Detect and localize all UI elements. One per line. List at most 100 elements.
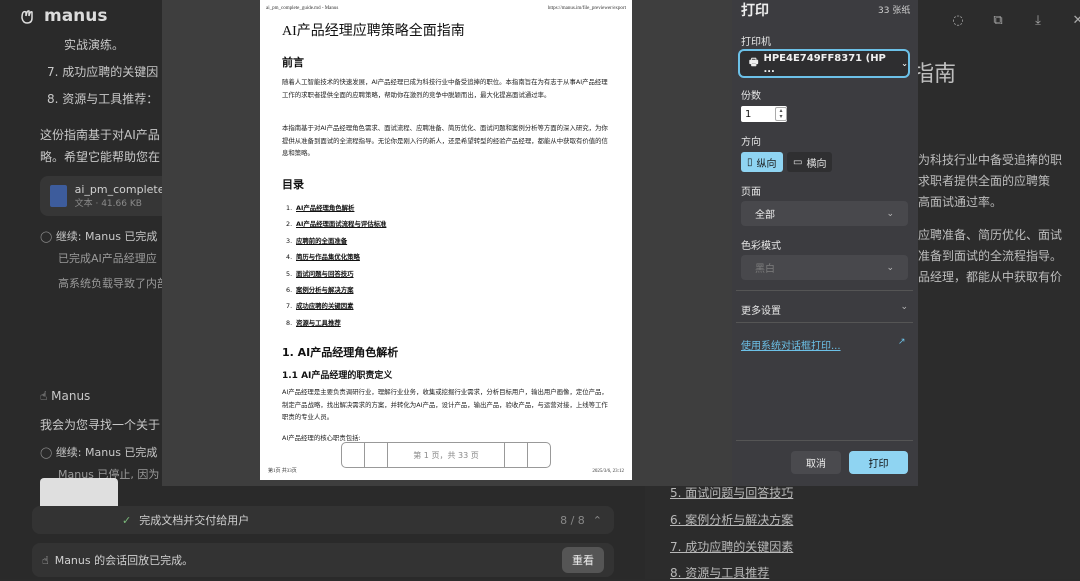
- pages-label: 页面: [741, 187, 761, 198]
- status-line: ◯ 继续: Manus 已完成: [40, 228, 157, 244]
- toc-item: 3. 应聘前的全面准备: [286, 233, 386, 249]
- prev-page-button[interactable]: [365, 443, 388, 467]
- manus-label: ☝ Manus: [40, 389, 90, 403]
- first-page-button[interactable]: [342, 443, 365, 467]
- copies-input[interactable]: 1 ▴ ▾: [741, 106, 787, 122]
- toc-item: 2. AI产品经理面试流程与评估标准: [286, 216, 386, 232]
- replay-text: Manus 的会话回放已完成。: [54, 554, 194, 567]
- page-navigator[interactable]: 第 1 页，共 33 页: [341, 442, 551, 468]
- doc-text: 应聘准备、简历优化、面试: [918, 228, 1063, 242]
- check-icon: ◯: [40, 230, 56, 243]
- chevron-down-icon: ⌄: [886, 208, 894, 219]
- preface-paragraph: 本指南基于对AI产品经理角色需求、面试流程、应聘准备、简历优化、面试问题和案例分…: [282, 124, 608, 157]
- toc-link: AI产品经理角色解析: [296, 204, 355, 212]
- toc-num: 6.: [286, 286, 293, 295]
- manus-hand-icon: ☝: [40, 389, 52, 403]
- system-dialog-link[interactable]: 使用系统对话框打印...: [741, 337, 841, 352]
- toc-item: 7. 成功应聘的关键因素: [286, 298, 386, 314]
- sheet-count: 33 张纸: [878, 6, 911, 16]
- manus-logo[interactable]: manus: [18, 6, 108, 26]
- color-label: 色彩模式: [741, 241, 781, 252]
- list-item: 7. 成功应聘的关键因: [47, 65, 159, 79]
- landscape-option[interactable]: ▭ 横向: [787, 152, 833, 172]
- page-footer-right: 2025/3/6, 23:12: [592, 469, 624, 474]
- toc-num: 1.: [286, 204, 293, 212]
- print-preview-page: ai_pm_complete_guide.md - Manus https://…: [260, 0, 632, 480]
- portrait-label: 纵向: [756, 158, 777, 170]
- toc-link: 成功应聘的关键因素: [296, 302, 354, 311]
- chevron-up-icon: ⌃: [592, 513, 602, 527]
- replay-bar: ☝ Manus 的会话回放已完成。 重看: [32, 543, 614, 577]
- replay-button[interactable]: 重看: [562, 547, 604, 573]
- close-icon[interactable]: ✕: [1066, 8, 1080, 32]
- print-title: 打印: [741, 3, 769, 19]
- page-footer-left: 第1页 共33页: [268, 469, 297, 474]
- orientation-label: 方向: [741, 137, 761, 148]
- file-name: ai_pm_complete_: [74, 183, 170, 196]
- doc-text: 准备到面试的全流程指导。: [918, 249, 1063, 263]
- toc-link[interactable]: 8. 资源与工具推荐: [670, 564, 769, 581]
- printer-label: 打印机: [741, 37, 771, 48]
- toc-link: 资源与工具推荐: [296, 318, 341, 327]
- toc-num: 8.: [286, 318, 293, 327]
- last-page-button[interactable]: [527, 443, 550, 467]
- status-text: 继续: Manus 已完成: [55, 446, 158, 459]
- copies-label: 份数: [741, 91, 761, 102]
- copy-icon[interactable]: ⧉: [986, 8, 1010, 32]
- external-link-icon: ↗: [898, 337, 906, 347]
- color-select: 黑白 ⌄: [741, 255, 908, 280]
- toc-heading: 目录: [282, 178, 304, 191]
- page-header-left: ai_pm_complete_guide.md - Manus: [266, 6, 339, 11]
- toc-item: 1. AI产品经理角色解析: [286, 200, 386, 216]
- loading-icon: ◌: [952, 12, 964, 28]
- doc-title: AI产品经理应聘策略全面指南: [282, 24, 465, 39]
- check-icon: ✓: [122, 513, 132, 527]
- doc-text: 品经理，都能从中获取有价: [918, 270, 1063, 284]
- more-settings-label: 更多设置: [741, 306, 781, 317]
- print-button[interactable]: 打印: [849, 451, 908, 474]
- download-icon[interactable]: ⤓: [1026, 8, 1050, 32]
- file-attachment[interactable]: ai_pm_complete_ 文本 · 41.66 KB: [40, 176, 170, 216]
- toc-item: 6. 案例分析与解决方案: [286, 282, 386, 298]
- cancel-button[interactable]: 取消: [791, 451, 841, 474]
- summary-text: 这份指南基于对AI产品: [40, 128, 160, 142]
- next-page-button[interactable]: [504, 443, 527, 467]
- chevron-down-icon: ⌄: [900, 302, 908, 312]
- landscape-label: 横向: [806, 158, 827, 170]
- message-text: 我会为您寻找一个关于: [40, 418, 161, 432]
- pages-value: 全部: [755, 210, 775, 221]
- toc-list: 1. AI产品经理角色解析 2. AI产品经理面试流程与评估标准 3. 应聘前的全面准…: [286, 200, 386, 331]
- manus-hand-icon: ☝: [42, 553, 49, 567]
- pages-select[interactable]: 全部 ⌄: [741, 201, 908, 226]
- status-detail: 高系统负载导致了内部: [58, 277, 168, 290]
- divider: [736, 290, 913, 291]
- toolbar: ◌ ⧉ ⤓ ✕: [946, 8, 1080, 32]
- toc-link[interactable]: 6. 案例分析与解决方案: [670, 511, 793, 528]
- portrait-option[interactable]: ▯ 纵向: [741, 152, 783, 172]
- document-icon: [50, 185, 67, 207]
- toc-link: 简历与作品集优化策略: [296, 253, 360, 262]
- printer-value: HPE4E749FF8371 (HP ...: [763, 52, 886, 75]
- printer-select[interactable]: 🖶 HPE4E749FF8371 (HP ... ⌄: [738, 49, 910, 78]
- agent-name: Manus: [51, 389, 91, 403]
- preface-heading: 前言: [282, 56, 304, 69]
- more-settings[interactable]: 更多设置 ⌄: [741, 302, 908, 317]
- task-progress[interactable]: ✓ 完成文档并交付给用户 8 / 8 ⌃: [32, 506, 614, 534]
- toc-link[interactable]: 7. 成功应聘的关键因素: [670, 538, 793, 555]
- toc-num: 5.: [286, 269, 293, 278]
- doc-title: 指南: [912, 62, 957, 87]
- section-heading: 1. AI产品经理角色解析: [282, 346, 399, 359]
- toc-item: 4. 简历与作品集优化策略: [286, 249, 386, 265]
- toc-link: 案例分析与解决方案: [296, 286, 354, 295]
- status-line: ◯ 继续: Manus 已完成: [40, 444, 157, 460]
- logo-text: manus: [44, 6, 108, 26]
- toc-num: 3.: [286, 236, 293, 245]
- toc-link[interactable]: 5. 面试问题与回答技巧: [670, 484, 793, 501]
- copies-value: 1: [745, 108, 752, 120]
- status-detail: 已完成AI产品经理应: [58, 252, 157, 265]
- copies-stepper[interactable]: ▴ ▾: [775, 107, 787, 121]
- progress-label: 完成文档并交付给用户: [139, 514, 250, 527]
- check-icon: ◯: [40, 446, 56, 459]
- doc-text: 求职者提供全面的应聘策: [918, 174, 1051, 188]
- file-meta: 文本 · 41.66 KB: [74, 199, 142, 209]
